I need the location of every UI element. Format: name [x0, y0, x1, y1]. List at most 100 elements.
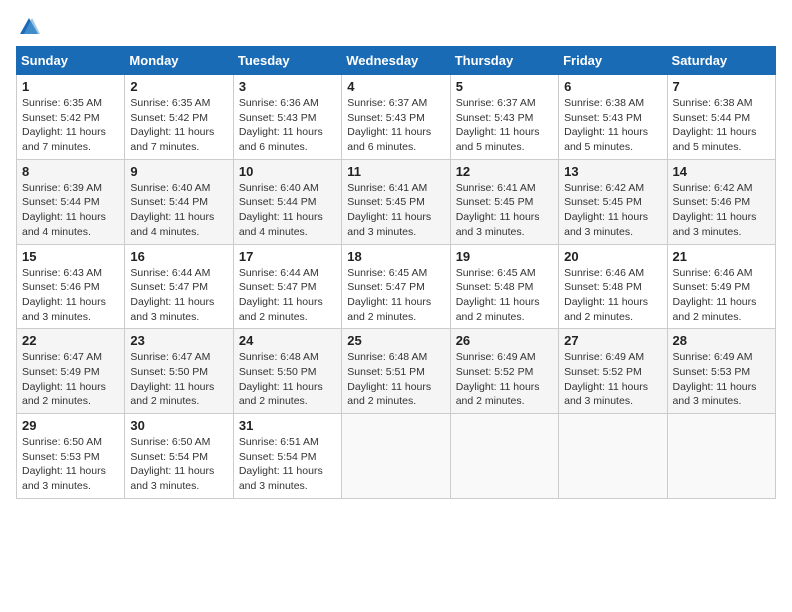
day-number: 3 [239, 79, 336, 94]
logo [16, 16, 40, 38]
calendar-cell: 8 Sunrise: 6:39 AMSunset: 5:44 PMDayligh… [17, 159, 125, 244]
calendar-cell: 22 Sunrise: 6:47 AMSunset: 5:49 PMDaylig… [17, 329, 125, 414]
day-info: Sunrise: 6:46 AMSunset: 5:49 PMDaylight:… [673, 267, 757, 323]
calendar-cell: 9 Sunrise: 6:40 AMSunset: 5:44 PMDayligh… [125, 159, 233, 244]
day-info: Sunrise: 6:41 AMSunset: 5:45 PMDaylight:… [347, 182, 431, 238]
calendar-cell: 7 Sunrise: 6:38 AMSunset: 5:44 PMDayligh… [667, 75, 775, 160]
day-info: Sunrise: 6:49 AMSunset: 5:52 PMDaylight:… [564, 351, 648, 407]
calendar-cell: 11 Sunrise: 6:41 AMSunset: 5:45 PMDaylig… [342, 159, 450, 244]
calendar-cell: 25 Sunrise: 6:48 AMSunset: 5:51 PMDaylig… [342, 329, 450, 414]
calendar-cell: 12 Sunrise: 6:41 AMSunset: 5:45 PMDaylig… [450, 159, 558, 244]
calendar-cell: 26 Sunrise: 6:49 AMSunset: 5:52 PMDaylig… [450, 329, 558, 414]
day-info: Sunrise: 6:35 AMSunset: 5:42 PMDaylight:… [22, 97, 106, 153]
calendar-cell: 3 Sunrise: 6:36 AMSunset: 5:43 PMDayligh… [233, 75, 341, 160]
day-info: Sunrise: 6:38 AMSunset: 5:44 PMDaylight:… [673, 97, 757, 153]
calendar-cell [559, 414, 667, 499]
day-number: 1 [22, 79, 119, 94]
day-info: Sunrise: 6:42 AMSunset: 5:45 PMDaylight:… [564, 182, 648, 238]
weekday-header: Saturday [667, 47, 775, 75]
calendar-cell [667, 414, 775, 499]
day-info: Sunrise: 6:40 AMSunset: 5:44 PMDaylight:… [239, 182, 323, 238]
calendar-cell: 28 Sunrise: 6:49 AMSunset: 5:53 PMDaylig… [667, 329, 775, 414]
calendar-cell: 21 Sunrise: 6:46 AMSunset: 5:49 PMDaylig… [667, 244, 775, 329]
weekday-header: Friday [559, 47, 667, 75]
calendar-cell: 31 Sunrise: 6:51 AMSunset: 5:54 PMDaylig… [233, 414, 341, 499]
calendar-cell: 13 Sunrise: 6:42 AMSunset: 5:45 PMDaylig… [559, 159, 667, 244]
day-number: 31 [239, 418, 336, 433]
calendar-cell: 10 Sunrise: 6:40 AMSunset: 5:44 PMDaylig… [233, 159, 341, 244]
day-number: 29 [22, 418, 119, 433]
day-info: Sunrise: 6:37 AMSunset: 5:43 PMDaylight:… [347, 97, 431, 153]
day-number: 18 [347, 249, 444, 264]
day-info: Sunrise: 6:49 AMSunset: 5:53 PMDaylight:… [673, 351, 757, 407]
day-number: 25 [347, 333, 444, 348]
day-number: 13 [564, 164, 661, 179]
calendar-cell [342, 414, 450, 499]
calendar-cell [450, 414, 558, 499]
day-number: 20 [564, 249, 661, 264]
calendar-cell: 1 Sunrise: 6:35 AMSunset: 5:42 PMDayligh… [17, 75, 125, 160]
weekday-header: Tuesday [233, 47, 341, 75]
day-number: 23 [130, 333, 227, 348]
day-info: Sunrise: 6:48 AMSunset: 5:50 PMDaylight:… [239, 351, 323, 407]
calendar-cell: 18 Sunrise: 6:45 AMSunset: 5:47 PMDaylig… [342, 244, 450, 329]
calendar-cell: 4 Sunrise: 6:37 AMSunset: 5:43 PMDayligh… [342, 75, 450, 160]
day-number: 17 [239, 249, 336, 264]
calendar-cell: 16 Sunrise: 6:44 AMSunset: 5:47 PMDaylig… [125, 244, 233, 329]
day-info: Sunrise: 6:48 AMSunset: 5:51 PMDaylight:… [347, 351, 431, 407]
day-number: 30 [130, 418, 227, 433]
day-number: 11 [347, 164, 444, 179]
day-number: 2 [130, 79, 227, 94]
day-info: Sunrise: 6:45 AMSunset: 5:47 PMDaylight:… [347, 267, 431, 323]
day-number: 15 [22, 249, 119, 264]
calendar-cell: 30 Sunrise: 6:50 AMSunset: 5:54 PMDaylig… [125, 414, 233, 499]
day-number: 19 [456, 249, 553, 264]
day-number: 26 [456, 333, 553, 348]
day-info: Sunrise: 6:39 AMSunset: 5:44 PMDaylight:… [22, 182, 106, 238]
day-info: Sunrise: 6:44 AMSunset: 5:47 PMDaylight:… [130, 267, 214, 323]
day-number: 28 [673, 333, 770, 348]
day-info: Sunrise: 6:47 AMSunset: 5:49 PMDaylight:… [22, 351, 106, 407]
day-number: 7 [673, 79, 770, 94]
day-info: Sunrise: 6:43 AMSunset: 5:46 PMDaylight:… [22, 267, 106, 323]
day-info: Sunrise: 6:35 AMSunset: 5:42 PMDaylight:… [130, 97, 214, 153]
calendar-cell: 15 Sunrise: 6:43 AMSunset: 5:46 PMDaylig… [17, 244, 125, 329]
day-info: Sunrise: 6:40 AMSunset: 5:44 PMDaylight:… [130, 182, 214, 238]
calendar-cell: 5 Sunrise: 6:37 AMSunset: 5:43 PMDayligh… [450, 75, 558, 160]
day-number: 14 [673, 164, 770, 179]
day-number: 10 [239, 164, 336, 179]
calendar-cell: 20 Sunrise: 6:46 AMSunset: 5:48 PMDaylig… [559, 244, 667, 329]
calendar-cell: 29 Sunrise: 6:50 AMSunset: 5:53 PMDaylig… [17, 414, 125, 499]
page-header [16, 16, 776, 38]
day-info: Sunrise: 6:44 AMSunset: 5:47 PMDaylight:… [239, 267, 323, 323]
day-info: Sunrise: 6:47 AMSunset: 5:50 PMDaylight:… [130, 351, 214, 407]
day-number: 6 [564, 79, 661, 94]
day-number: 16 [130, 249, 227, 264]
day-info: Sunrise: 6:41 AMSunset: 5:45 PMDaylight:… [456, 182, 540, 238]
calendar-cell: 14 Sunrise: 6:42 AMSunset: 5:46 PMDaylig… [667, 159, 775, 244]
day-number: 21 [673, 249, 770, 264]
day-number: 5 [456, 79, 553, 94]
day-info: Sunrise: 6:46 AMSunset: 5:48 PMDaylight:… [564, 267, 648, 323]
calendar-cell: 19 Sunrise: 6:45 AMSunset: 5:48 PMDaylig… [450, 244, 558, 329]
day-info: Sunrise: 6:51 AMSunset: 5:54 PMDaylight:… [239, 436, 323, 492]
weekday-header: Monday [125, 47, 233, 75]
day-number: 27 [564, 333, 661, 348]
day-info: Sunrise: 6:42 AMSunset: 5:46 PMDaylight:… [673, 182, 757, 238]
day-number: 4 [347, 79, 444, 94]
day-number: 9 [130, 164, 227, 179]
calendar-cell: 2 Sunrise: 6:35 AMSunset: 5:42 PMDayligh… [125, 75, 233, 160]
calendar-cell: 23 Sunrise: 6:47 AMSunset: 5:50 PMDaylig… [125, 329, 233, 414]
logo-icon [18, 16, 40, 38]
day-info: Sunrise: 6:50 AMSunset: 5:54 PMDaylight:… [130, 436, 214, 492]
calendar-table: SundayMondayTuesdayWednesdayThursdayFrid… [16, 46, 776, 499]
calendar-cell: 27 Sunrise: 6:49 AMSunset: 5:52 PMDaylig… [559, 329, 667, 414]
weekday-header: Sunday [17, 47, 125, 75]
day-number: 12 [456, 164, 553, 179]
day-info: Sunrise: 6:36 AMSunset: 5:43 PMDaylight:… [239, 97, 323, 153]
day-number: 24 [239, 333, 336, 348]
day-info: Sunrise: 6:45 AMSunset: 5:48 PMDaylight:… [456, 267, 540, 323]
day-info: Sunrise: 6:50 AMSunset: 5:53 PMDaylight:… [22, 436, 106, 492]
day-info: Sunrise: 6:49 AMSunset: 5:52 PMDaylight:… [456, 351, 540, 407]
day-info: Sunrise: 6:38 AMSunset: 5:43 PMDaylight:… [564, 97, 648, 153]
